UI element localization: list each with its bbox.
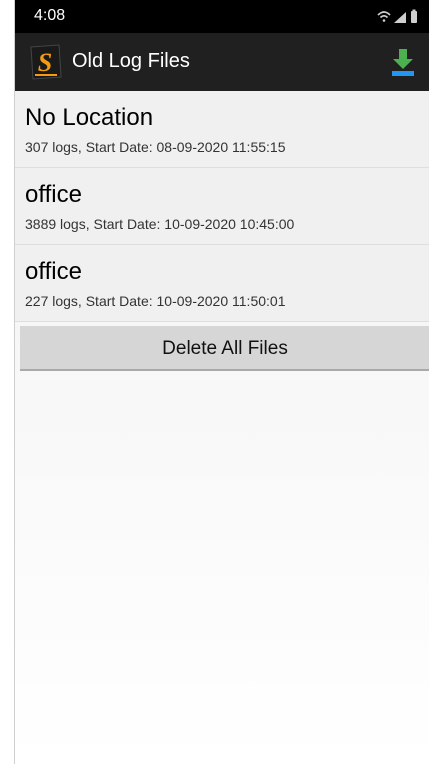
file-subtitle: 227 logs, Start Date: 10-09-2020 11:50:0…	[25, 293, 286, 309]
list-item[interactable]: No Location 307 logs, Start Date: 08-09-…	[15, 91, 429, 168]
signal-icon	[394, 12, 406, 23]
phone-screen: 4:08 S Old Log Files No Location 307 log…	[14, 0, 429, 764]
download-icon[interactable]	[390, 47, 416, 77]
app-title: Old Log Files	[72, 50, 190, 72]
file-title: office	[25, 181, 82, 208]
status-time: 4:08	[34, 7, 66, 24]
app-logo-letter: S	[38, 48, 52, 77]
file-title: No Location	[25, 104, 154, 131]
list-item[interactable]: office 227 logs, Start Date: 10-09-2020 …	[15, 245, 429, 322]
app-bar: S Old Log Files	[15, 33, 429, 92]
status-icons	[377, 9, 417, 23]
delete-all-files-button[interactable]: Delete All Files	[20, 326, 429, 371]
log-file-list: No Location 307 logs, Start Date: 08-09-…	[15, 91, 429, 322]
file-subtitle: 3889 logs, Start Date: 10-09-2020 10:45:…	[25, 216, 295, 232]
status-bar: 4:08	[15, 0, 429, 33]
wifi-icon	[377, 11, 391, 22]
file-subtitle: 307 logs, Start Date: 08-09-2020 11:55:1…	[25, 139, 286, 155]
file-title: office	[25, 258, 82, 285]
battery-icon	[411, 9, 417, 23]
app-logo-icon: S	[30, 44, 62, 80]
list-item[interactable]: office 3889 logs, Start Date: 10-09-2020…	[15, 168, 429, 245]
